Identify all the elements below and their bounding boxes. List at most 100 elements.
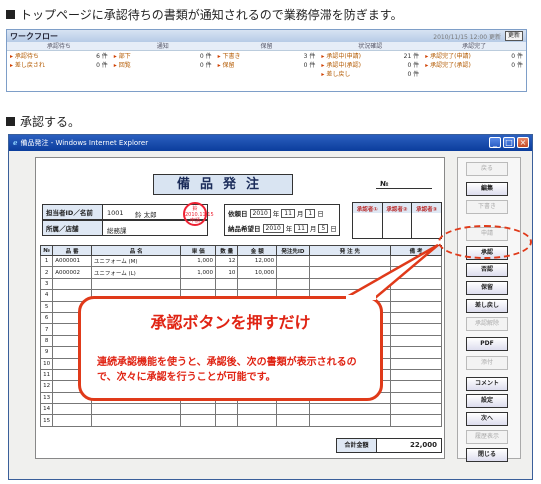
table-cell[interactable] — [390, 403, 442, 416]
table-cell[interactable]: 12 — [39, 380, 54, 393]
table-cell[interactable] — [390, 266, 442, 279]
table-cell[interactable] — [276, 277, 310, 291]
request-year[interactable]: 2010 — [249, 208, 271, 218]
workflow-link[interactable]: 承認完了(申請)0 件 — [425, 52, 523, 61]
side-button[interactable]: 下書き — [466, 200, 508, 215]
table-cell[interactable]: 1,000 — [180, 254, 217, 268]
side-button[interactable]: 保留 — [466, 281, 508, 296]
side-button[interactable]: 戻る — [466, 161, 508, 176]
request-day[interactable]: 1 — [305, 208, 316, 218]
side-button[interactable]: 編集 — [466, 181, 508, 196]
table-cell[interactable]: 10 — [215, 266, 239, 279]
table-cell[interactable]: 10 — [39, 357, 54, 370]
side-button[interactable]: 差し戻し — [466, 298, 508, 313]
table-cell[interactable] — [215, 277, 239, 291]
table-cell[interactable] — [390, 254, 442, 268]
table-cell[interactable]: 13 — [39, 391, 54, 405]
workflow-link[interactable]: 部下0 件 — [114, 52, 212, 61]
table-cell[interactable] — [180, 277, 217, 291]
table-cell[interactable]: 1,000 — [180, 266, 217, 279]
close-icon[interactable]: × — [517, 137, 529, 148]
table-cell[interactable] — [390, 300, 442, 313]
table-cell[interactable] — [308, 414, 392, 427]
table-cell[interactable] — [180, 403, 217, 416]
side-button[interactable]: コメント — [466, 376, 508, 391]
table-cell[interactable] — [90, 414, 182, 427]
table-cell[interactable]: 12,000 — [237, 254, 278, 268]
table-cell[interactable]: ユニフォーム (M) — [90, 254, 182, 268]
table-cell[interactable] — [276, 254, 310, 268]
table-cell[interactable] — [308, 266, 392, 279]
table-cell[interactable]: 10,000 — [237, 266, 278, 279]
table-cell[interactable]: 6 — [39, 311, 54, 325]
delivery-month[interactable]: 11 — [294, 223, 308, 233]
table-cell[interactable] — [276, 403, 310, 416]
table-cell[interactable] — [215, 403, 239, 416]
table-cell[interactable]: 7 — [39, 323, 54, 336]
table-cell[interactable]: A000002 — [52, 266, 92, 279]
table-cell[interactable]: 2 — [39, 266, 54, 279]
table-cell[interactable]: 4 — [39, 289, 54, 302]
workflow-link[interactable]: 承認中(承認)0 件 — [321, 61, 419, 70]
table-cell[interactable] — [390, 368, 442, 382]
table-cell[interactable] — [276, 414, 310, 427]
workflow-link[interactable]: 承認完了(承認)0 件 — [425, 61, 523, 70]
table-cell[interactable] — [390, 380, 442, 393]
table-cell[interactable] — [276, 266, 310, 279]
table-cell[interactable]: 11 — [39, 368, 54, 382]
table-cell[interactable]: ユニフォーム (L) — [90, 266, 182, 279]
table-cell[interactable] — [237, 414, 278, 427]
table-cell[interactable] — [390, 357, 442, 370]
workflow-link[interactable]: 差し戻され0 件 — [10, 61, 108, 70]
table-cell[interactable] — [308, 254, 392, 268]
table-cell[interactable] — [237, 277, 278, 291]
side-button[interactable]: 閉じる — [466, 447, 508, 462]
table-cell[interactable] — [237, 403, 278, 416]
table-cell[interactable] — [308, 403, 392, 416]
request-month[interactable]: 11 — [281, 208, 295, 218]
table-cell[interactable] — [52, 277, 92, 291]
workflow-link[interactable]: 回覧0 件 — [114, 61, 212, 70]
table-cell[interactable] — [390, 346, 442, 359]
workflow-link[interactable]: 保留0 件 — [218, 61, 316, 70]
side-button[interactable]: 添付 — [466, 355, 508, 370]
workflow-link[interactable]: 下書き3 件 — [218, 52, 316, 61]
table-cell[interactable]: 3 — [39, 277, 54, 291]
table-cell[interactable] — [308, 277, 392, 291]
table-cell[interactable] — [390, 311, 442, 325]
side-button[interactable]: PDF — [466, 337, 508, 352]
table-cell[interactable]: 8 — [39, 334, 54, 348]
side-button[interactable]: 承認解除 — [466, 316, 508, 331]
workflow-link[interactable]: 差し戻し0 件 — [321, 70, 419, 79]
minimize-icon[interactable]: _ — [489, 137, 501, 148]
workflow-link[interactable]: 承認待ち6 件 — [10, 52, 108, 61]
side-button[interactable]: 次へ — [466, 412, 508, 427]
table-cell[interactable]: 12 — [215, 254, 239, 268]
table-cell[interactable] — [215, 414, 239, 427]
table-cell[interactable]: 5 — [39, 300, 54, 313]
side-button[interactable]: 履歴表示 — [466, 429, 508, 444]
table-cell[interactable] — [390, 277, 442, 291]
table-cell[interactable] — [390, 323, 442, 336]
side-button[interactable]: 設定 — [466, 394, 508, 409]
maximize-icon[interactable]: □ — [503, 137, 515, 148]
table-cell[interactable]: 15 — [39, 414, 54, 427]
side-button[interactable]: 否認 — [466, 263, 508, 278]
table-cell[interactable]: A000001 — [52, 254, 92, 268]
delivery-year[interactable]: 2010 — [262, 223, 284, 233]
table-cell[interactable] — [90, 277, 182, 291]
table-cell[interactable] — [52, 414, 92, 427]
workflow-link[interactable]: 承認中(申請)21 件 — [321, 52, 419, 61]
update-button[interactable]: 更新 — [504, 31, 523, 41]
table-cell[interactable]: 9 — [39, 346, 54, 359]
table-cell[interactable] — [390, 391, 442, 405]
table-cell[interactable] — [180, 414, 217, 427]
delivery-day[interactable]: 5 — [318, 223, 329, 233]
table-cell[interactable] — [90, 403, 182, 416]
table-cell[interactable] — [390, 334, 442, 348]
table-cell[interactable]: 14 — [39, 403, 54, 416]
table-cell[interactable] — [390, 414, 442, 427]
table-cell[interactable] — [52, 403, 92, 416]
table-cell[interactable] — [390, 289, 442, 302]
table-cell[interactable]: 1 — [39, 254, 54, 268]
